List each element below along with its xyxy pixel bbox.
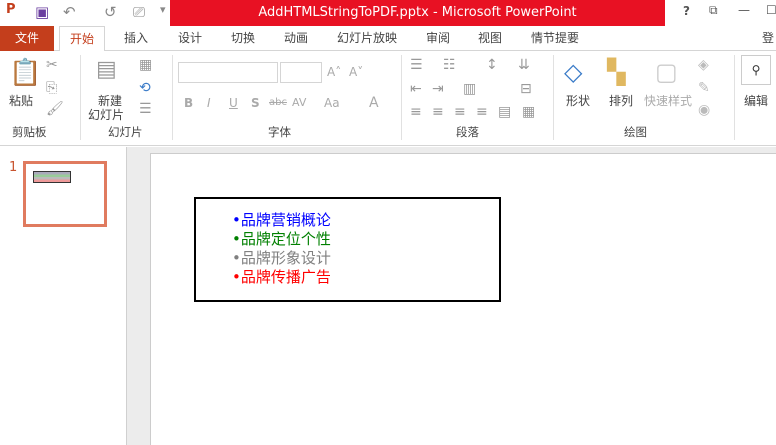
thumbnail-textbox: [33, 171, 71, 183]
powerpoint-logo-icon: P: [6, 2, 16, 17]
bullets-icon[interactable]: ☰: [410, 57, 423, 73]
copy-icon[interactable]: ⎘: [46, 80, 57, 96]
line-spacing-icon[interactable]: ↕: [486, 57, 498, 73]
ribbon-display-options-icon[interactable]: ⧉: [709, 3, 718, 18]
shapes-button[interactable]: 形状: [566, 92, 590, 109]
text-box[interactable]: •品牌营销概论 •品牌定位个性 •品牌形象设计 •品牌传播广告: [194, 197, 501, 302]
title-bar: P ▣ ↶ ↺ ⎚ ▾ AddHTMLStringToPDF.pptx - Mi…: [0, 0, 776, 26]
align-text-icon[interactable]: ⊟: [520, 81, 532, 97]
group-slides: 幻灯片: [108, 125, 143, 139]
arrange-button[interactable]: 排列: [609, 92, 633, 109]
align-left-icon[interactable]: ≡: [410, 104, 422, 120]
underline-button[interactable]: U: [229, 96, 238, 110]
tab-view[interactable]: 视图: [478, 26, 502, 51]
shape-outline-icon[interactable]: ✎: [698, 80, 710, 96]
tab-file[interactable]: 文件: [0, 26, 54, 51]
start-slideshow-icon[interactable]: ⎚: [133, 3, 145, 21]
shrink-font-button[interactable]: A˅: [349, 65, 363, 79]
tab-transitions[interactable]: 切换: [231, 26, 255, 51]
justify-icon[interactable]: ≡: [476, 104, 488, 120]
section-icon[interactable]: ☰: [139, 101, 152, 117]
save-icon[interactable]: ▣: [35, 3, 49, 21]
slide-canvas[interactable]: •品牌营销概论 •品牌定位个性 •品牌形象设计 •品牌传播广告: [150, 153, 776, 445]
ribbon-tabs: 文件 开始 插入 设计 切换 动画 幻灯片放映 审阅 视图 情节提要 登: [0, 26, 776, 52]
group-drawing: 绘图: [624, 125, 647, 139]
arrange-icon[interactable]: ▚: [607, 58, 625, 86]
quick-styles-icon[interactable]: ▢: [655, 58, 678, 86]
group-paragraph: 段落: [456, 125, 479, 139]
shadow-button[interactable]: S: [251, 96, 260, 110]
sign-in[interactable]: 登: [762, 26, 774, 51]
align-right-icon[interactable]: ≡: [454, 104, 466, 120]
font-name-dropdown[interactable]: [178, 62, 278, 83]
columns-icon[interactable]: ▥: [463, 81, 476, 97]
shapes-icon[interactable]: ◇: [564, 58, 582, 86]
list-item: •品牌营销概论: [232, 211, 331, 229]
change-case-button[interactable]: Aa: [324, 96, 340, 110]
new-slide-label[interactable]: 幻灯片: [88, 106, 124, 123]
strikethrough-button[interactable]: abc: [269, 97, 287, 108]
grow-font-button[interactable]: A˄: [327, 65, 341, 79]
align-center-icon[interactable]: ≡: [432, 104, 444, 120]
numbering-icon[interactable]: ☷: [443, 57, 456, 73]
new-slide-icon[interactable]: ▤: [96, 57, 117, 82]
help-button[interactable]: ?: [683, 4, 690, 18]
font-color-button[interactable]: A: [369, 95, 379, 111]
tab-review[interactable]: 审阅: [426, 26, 450, 51]
format-painter-icon[interactable]: 🖌: [46, 101, 64, 117]
maximize-icon[interactable]: ☐: [766, 3, 776, 17]
minimize-button[interactable]: —: [738, 3, 750, 17]
tab-insert[interactable]: 插入: [124, 26, 148, 51]
decrease-indent-icon[interactable]: ⇤: [410, 81, 422, 97]
smartart-icon[interactable]: ▦: [522, 104, 535, 120]
char-spacing-button[interactable]: AV: [292, 96, 306, 109]
reset-icon[interactable]: ⟲: [139, 80, 151, 96]
italic-button[interactable]: I: [207, 96, 211, 110]
tab-animations[interactable]: 动画: [284, 26, 308, 51]
tab-storyboarding[interactable]: 情节提要: [531, 26, 579, 51]
list-item: •品牌定位个性: [232, 230, 331, 248]
slide-thumbnail[interactable]: [23, 161, 107, 227]
customize-toolbar-icon[interactable]: ▾: [160, 3, 166, 16]
window-title: AddHTMLStringToPDF.pptx - Microsoft Powe…: [170, 0, 665, 26]
distributed-icon[interactable]: ▤: [498, 104, 511, 120]
editing-button[interactable]: 编辑: [744, 92, 768, 109]
bold-button[interactable]: B: [184, 96, 193, 110]
layout-icon[interactable]: ▦: [139, 57, 152, 73]
tab-design[interactable]: 设计: [178, 26, 202, 51]
group-font: 字体: [268, 125, 291, 139]
tab-slideshow[interactable]: 幻灯片放映: [337, 26, 397, 51]
slide-number: 1: [9, 160, 18, 175]
shape-effects-icon[interactable]: ◉: [698, 102, 710, 118]
paste-button[interactable]: 粘贴: [9, 92, 33, 109]
font-size-dropdown[interactable]: [280, 62, 322, 83]
cut-icon[interactable]: ✂: [46, 57, 58, 73]
redo-icon[interactable]: ↺: [104, 3, 117, 21]
shape-fill-icon[interactable]: ◈: [698, 57, 709, 73]
tab-home[interactable]: 开始: [59, 26, 105, 52]
list-item: •品牌形象设计: [232, 249, 331, 267]
increase-indent-icon[interactable]: ⇥: [432, 81, 444, 97]
quick-styles-button[interactable]: 快速样式: [644, 92, 692, 109]
group-clipboard: 剪贴板: [12, 125, 47, 139]
paste-icon[interactable]: 📋: [9, 58, 41, 88]
list-item: •品牌传播广告: [232, 268, 331, 286]
undo-icon[interactable]: ↶: [63, 3, 76, 21]
text-direction-icon[interactable]: ⇊: [518, 57, 530, 73]
find-icon[interactable]: ⚲: [741, 55, 771, 85]
